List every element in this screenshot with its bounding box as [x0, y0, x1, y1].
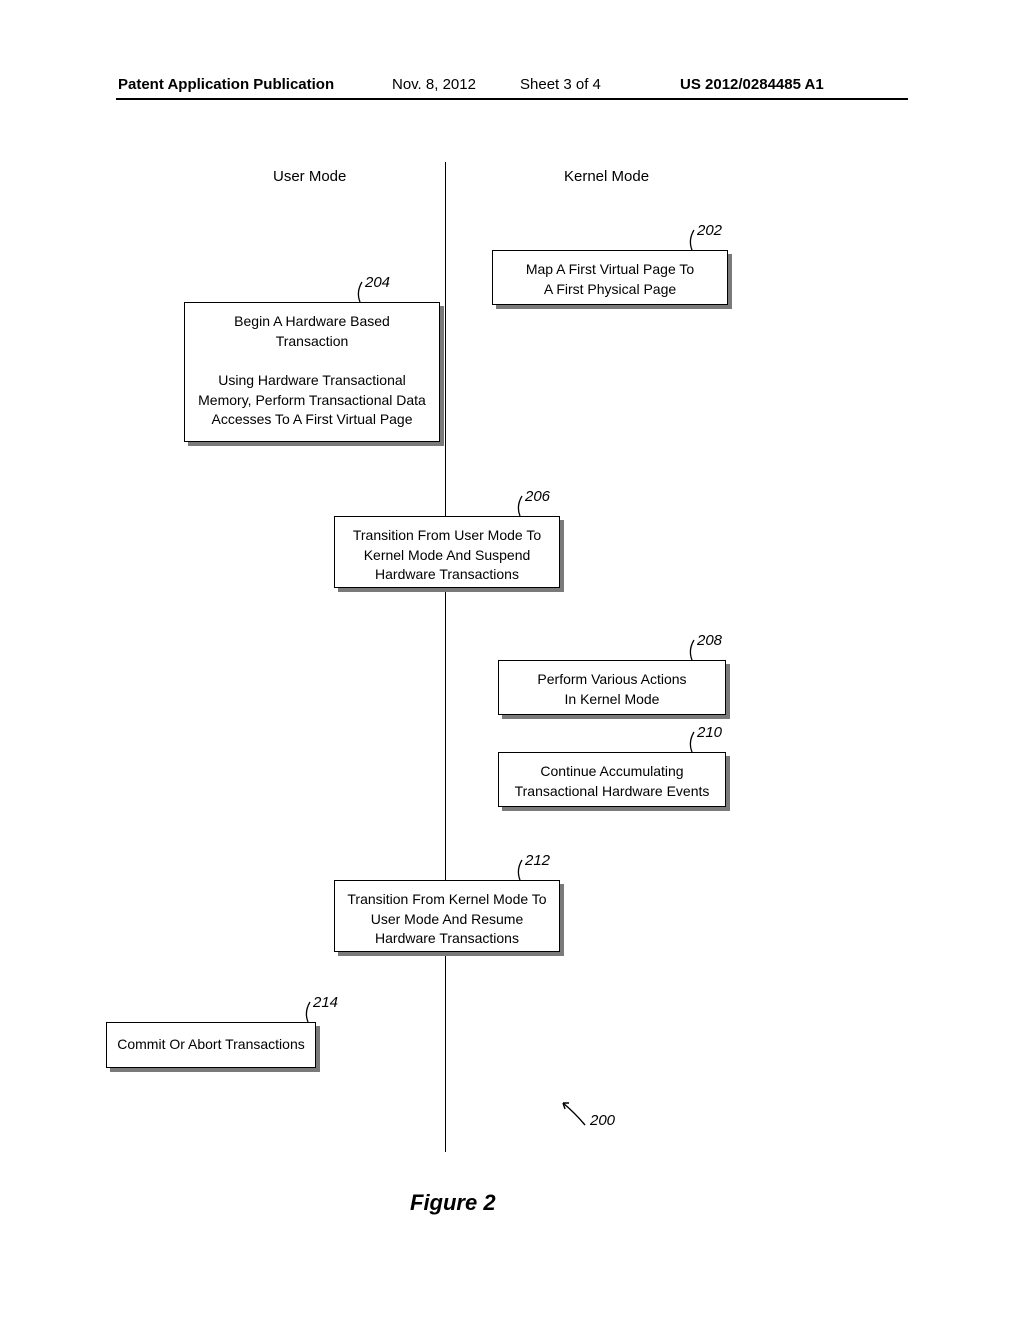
flow-box-214: Commit Or Abort Transactions: [106, 1022, 316, 1068]
flow-box-210-text2: Transactional Hardware Events: [509, 779, 716, 805]
ref-label-204: 204: [365, 274, 390, 291]
flow-box-212: Transition From Kernel Mode To User Mode…: [334, 880, 560, 952]
flow-box-206-text3: Hardware Transactions: [369, 562, 525, 588]
flow-box-208: Perform Various Actions In Kernel Mode: [498, 660, 726, 715]
column-label-user: User Mode: [273, 168, 346, 185]
flow-box-204-text5: Accesses To A First Virtual Page: [205, 407, 418, 433]
flow-box-210: Continue Accumulating Transactional Hard…: [498, 752, 726, 807]
ref-label-212: 212: [525, 852, 550, 869]
ref-label-208: 208: [697, 632, 722, 649]
figure-ref-label: 200: [590, 1112, 615, 1129]
flow-box-202-text2: A First Physical Page: [538, 277, 682, 303]
column-label-kernel: Kernel Mode: [564, 168, 649, 185]
figure-caption: Figure 2: [410, 1190, 496, 1216]
flow-box-206: Transition From User Mode To Kernel Mode…: [334, 516, 560, 588]
ref-label-210: 210: [697, 724, 722, 741]
flow-box-214-text1: Commit Or Abort Transactions: [111, 1032, 311, 1058]
flow-box-204-text2: Transaction: [270, 329, 355, 355]
vertical-divider: [445, 162, 446, 1152]
flow-box-202: Map A First Virtual Page To A First Phys…: [492, 250, 728, 305]
ref-label-202: 202: [697, 222, 722, 239]
ref-label-206: 206: [525, 488, 550, 505]
ref-label-214: 214: [313, 994, 338, 1011]
flow-box-208-text2: In Kernel Mode: [559, 687, 666, 713]
flow-box-212-text3: Hardware Transactions: [369, 926, 525, 952]
flow-box-204: Begin A Hardware Based Transaction Using…: [184, 302, 440, 442]
